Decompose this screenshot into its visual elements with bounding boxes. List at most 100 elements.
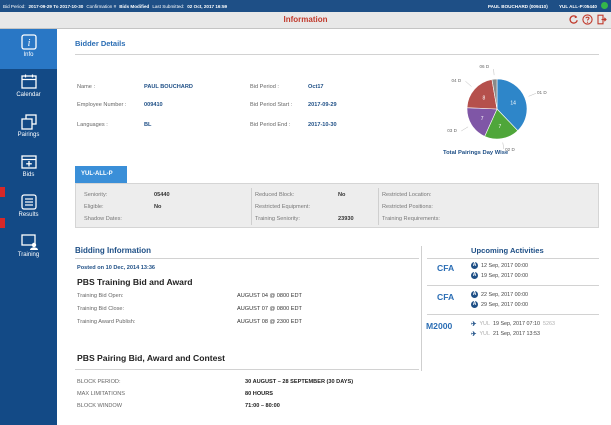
bid-period-value: Oct17 <box>308 84 324 90</box>
divider <box>75 258 419 259</box>
activity-a-icon: A <box>471 301 478 308</box>
pie-slice-label: 02 D <box>505 147 515 153</box>
bid-period-start-label: Bid Period Start : <box>250 102 293 108</box>
training-requirements-label: Training Requirements: <box>382 216 440 222</box>
page-title: Information <box>283 15 328 24</box>
languages-value: BL <box>144 122 152 128</box>
employee-number-label: Employee Number : <box>77 102 127 108</box>
svg-text:i: i <box>27 38 30 49</box>
sidebar-item-results[interactable]: Results <box>0 189 57 229</box>
sidebar-item-label: Training <box>17 252 40 258</box>
pie-data-label: 14 <box>510 100 516 106</box>
training-bid-open-value: AUGUST 04 @ 0800 EDT <box>237 293 302 299</box>
activity-code: CFA <box>437 292 455 302</box>
results-icon <box>20 194 37 210</box>
pairings-icon <box>20 114 37 130</box>
pie-leader-line <box>502 142 505 149</box>
block-period-value: 30 AUGUST – 28 SEPTEMBER (30 DAYS) <box>245 379 354 385</box>
employee-number-value: 009410 <box>144 102 163 108</box>
seniority-panel: Seniority: 05440 Eligible: No Shadow Dat… <box>75 183 599 228</box>
sidebar: i Info Calendar Pairings Bids Results Tr… <box>0 29 57 425</box>
training-seniority-value: 23930 <box>338 216 354 222</box>
bid-period-start-value: 2017-09-29 <box>308 102 337 108</box>
restricted-location-label: Restricted Location: <box>382 192 432 198</box>
activity-item[interactable]: A 19 Sep, 2017 00:00 <box>471 272 528 279</box>
status-bar: Bid Period: 2017-09-29 To 2017-10-30 Confi… <box>0 0 611 12</box>
eligible-value: No <box>154 204 162 210</box>
last-submitted-value: 02 Oct, 2017 16:59 <box>187 3 228 9</box>
activity-code: CFA <box>437 263 455 273</box>
pie-data-label: 7 <box>481 116 484 122</box>
divider <box>427 285 599 286</box>
main-content: Bidder Details Name : PAUL BOUCHARD Empl… <box>57 29 611 425</box>
restricted-positions-label: Restricted Positions: <box>382 204 433 210</box>
online-status-icon <box>601 2 608 9</box>
training-bid-close-label: Training Bid Close: <box>77 306 125 312</box>
info-icon: i <box>20 34 37 50</box>
block-window-label: BLOCK WINDOW <box>77 403 123 409</box>
pie-slice-label: 01 D <box>536 90 547 96</box>
bidder-details-heading: Bidder Details <box>75 39 126 48</box>
pie-slice-label: 06 D <box>479 64 490 70</box>
help-icon[interactable] <box>582 14 593 25</box>
sidebar-item-label: Info <box>23 52 34 58</box>
pie-leader-line <box>465 81 472 87</box>
pie-leader-line <box>528 93 537 97</box>
max-limitations-value: 80 HOURS <box>245 391 273 397</box>
reduced-block-label: Reduced Block: <box>255 192 295 198</box>
max-limitations-label: MAX LIMITATIONS <box>77 391 125 397</box>
pairing-bid-title: PBS Pairing Bid, Award and Contest <box>77 353 226 363</box>
chart-title: Total Pairings Day Wise <box>443 150 509 156</box>
activity-item[interactable]: A 29 Sep, 2017 00:00 <box>471 301 528 308</box>
base-seniority: YUL ALL-P:05440 <box>558 3 597 9</box>
sidebar-item-info[interactable]: i Info <box>0 29 57 69</box>
training-award-publish-label: Training Award Publish: <box>77 319 136 325</box>
eligible-label: Eligible: <box>84 204 104 210</box>
pairings-pie-chart: 14 7 7 8 <box>461 69 537 149</box>
training-bid-title: PBS Training Bid and Award <box>77 277 193 287</box>
activity-item[interactable]: ✈ YUL 21 Sep, 2017 13:53 <box>471 330 540 338</box>
posted-date: Posted on 10 Dec, 2014 13:36 <box>77 265 156 271</box>
training-icon <box>20 234 38 250</box>
confirmation-label: Confirmation # <box>86 3 117 9</box>
red-marker <box>0 218 5 228</box>
title-bar: Information <box>0 12 611 29</box>
bid-period-label: Bid Period : <box>250 84 279 90</box>
sidebar-item-bids[interactable]: Bids <box>0 149 57 189</box>
training-bid-open-label: Training Bid Open: <box>77 293 124 299</box>
activity-a-icon: A <box>471 291 478 298</box>
name-value: PAUL BOUCHARD <box>144 84 193 90</box>
training-seniority-label: Training Seniority: <box>255 216 300 222</box>
bid-period-end-label: Bid Period End : <box>250 122 291 128</box>
activity-item[interactable]: A 12 Sep, 2017 00:00 <box>471 262 528 269</box>
activity-item[interactable]: ✈ YUL 19 Sep, 2017 07:10 5263 <box>471 320 555 328</box>
restricted-equipment-label: Restricted Equipment: <box>255 204 311 210</box>
sidebar-item-calendar[interactable]: Calendar <box>0 69 57 109</box>
training-award-publish-value: AUGUST 08 @ 2300 EDT <box>237 319 302 325</box>
tab-yul-all-p[interactable]: YUL-ALL-P <box>75 166 127 183</box>
divider <box>75 54 599 55</box>
pie-leader-line <box>493 69 495 76</box>
bids-modified-label: Bids Modified <box>119 3 150 9</box>
reduced-block-value: No <box>338 192 346 198</box>
plane-icon: ✈ <box>471 331 477 338</box>
sidebar-item-pairings[interactable]: Pairings <box>0 109 57 149</box>
logout-icon[interactable] <box>596 14 607 25</box>
training-bid-close-value: AUGUST 07 @ 0800 EDT <box>237 306 302 312</box>
activity-item[interactable]: A 22 Sep, 2017 00:00 <box>471 291 528 298</box>
pie-leader-line <box>461 126 469 132</box>
bid-period-label: Bid Period: <box>3 3 26 9</box>
divider <box>427 314 599 315</box>
bids-icon <box>20 155 37 169</box>
sidebar-item-label: Calendar <box>16 92 41 98</box>
languages-label: Languages : <box>77 122 108 128</box>
sidebar-item-training[interactable]: Training <box>0 229 57 269</box>
refresh-icon[interactable] <box>568 14 579 25</box>
pie-data-label: 8 <box>483 95 486 101</box>
upcoming-activities-heading: Upcoming Activities <box>471 246 544 255</box>
pie-data-label: 7 <box>499 124 502 130</box>
seniority-label: Seniority: <box>84 192 108 198</box>
user-name: PAUL BOUCHARD (009410) <box>487 3 548 9</box>
block-window-value: 71:00 – 80:00 <box>245 403 280 409</box>
pie-slice-label: 04 D <box>451 78 462 84</box>
